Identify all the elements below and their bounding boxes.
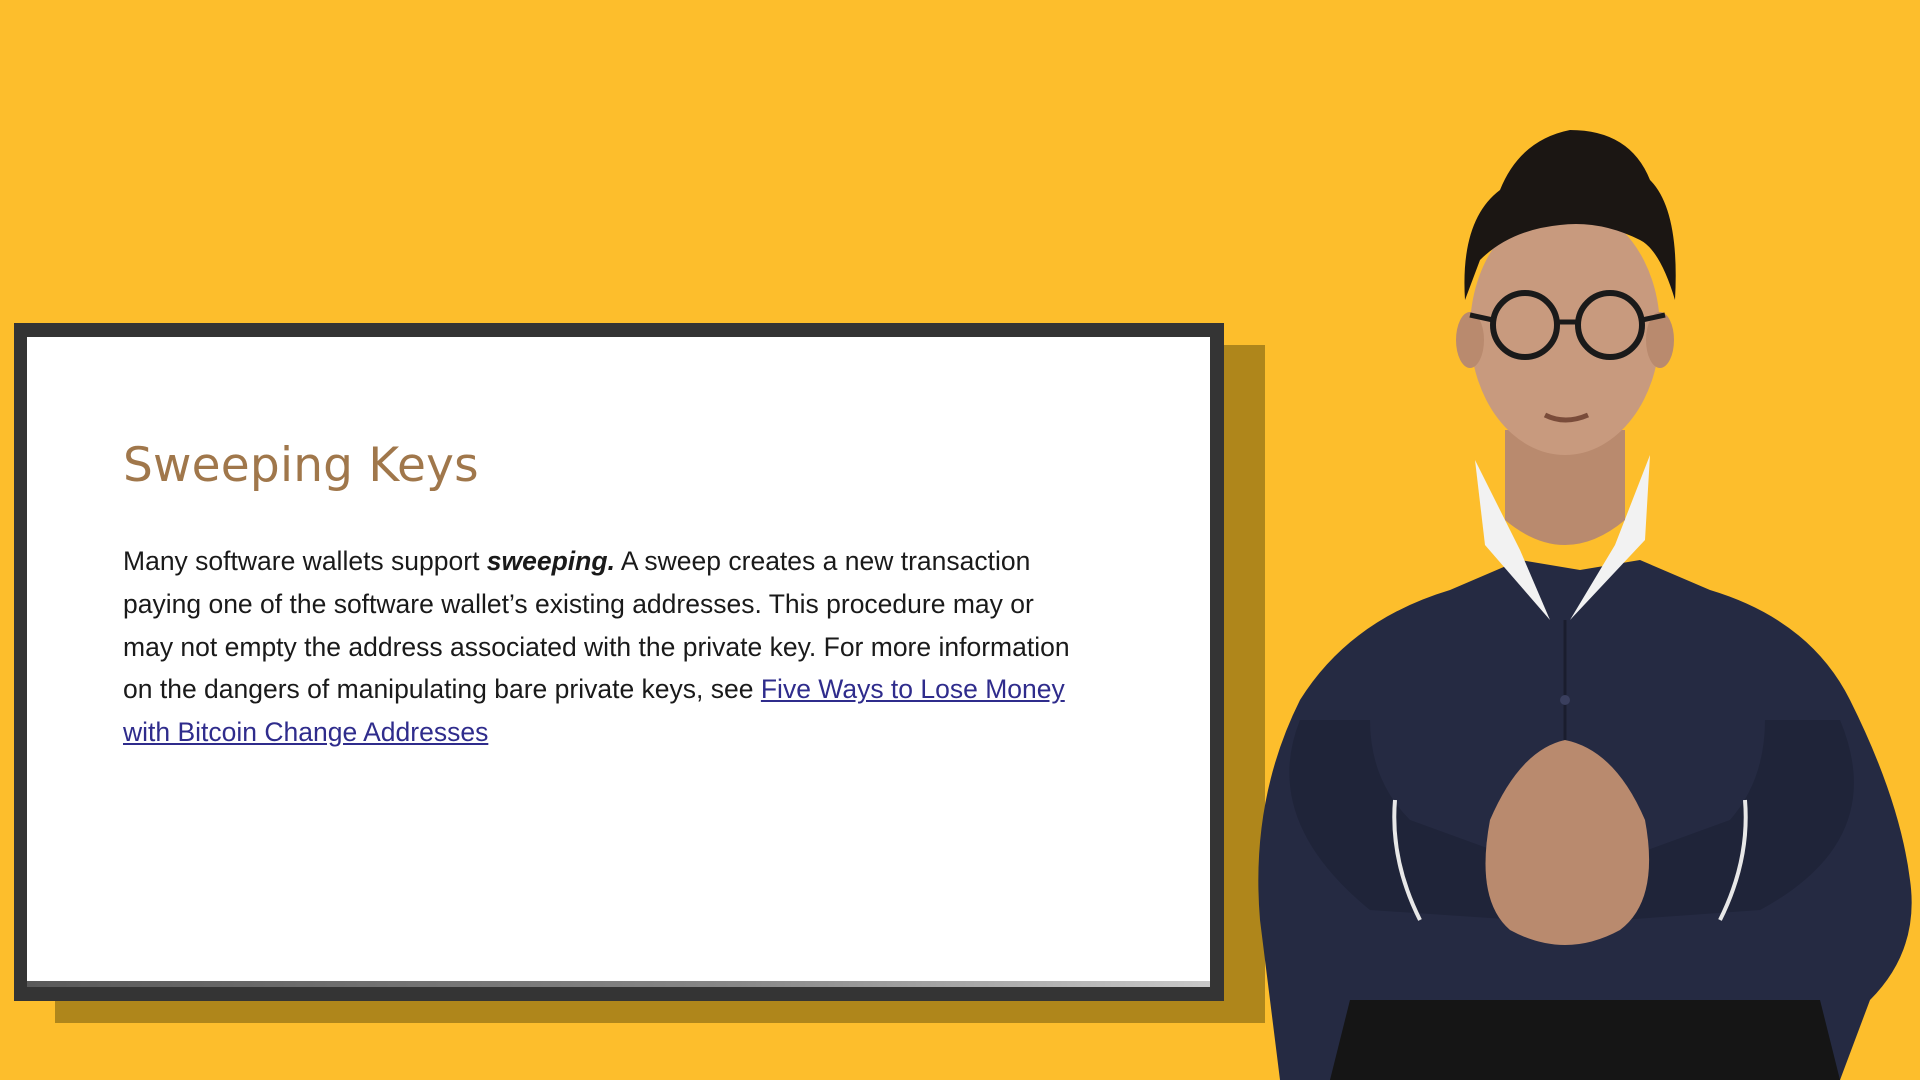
- presenter-figure: [1258, 130, 1912, 1080]
- presenter-ear-left: [1456, 312, 1484, 368]
- body-emphasis-word: sweeping: [486, 546, 608, 576]
- body-text-1: Many software wallets support: [123, 546, 487, 576]
- body-emphasis: sweeping.: [487, 546, 615, 576]
- body-emphasis-punct: .: [607, 546, 615, 576]
- slide-title: Sweeping Keys: [123, 438, 479, 493]
- slide-body: Many software wallets support sweeping. …: [123, 540, 1083, 754]
- slide-bottom-strip: [27, 981, 1210, 987]
